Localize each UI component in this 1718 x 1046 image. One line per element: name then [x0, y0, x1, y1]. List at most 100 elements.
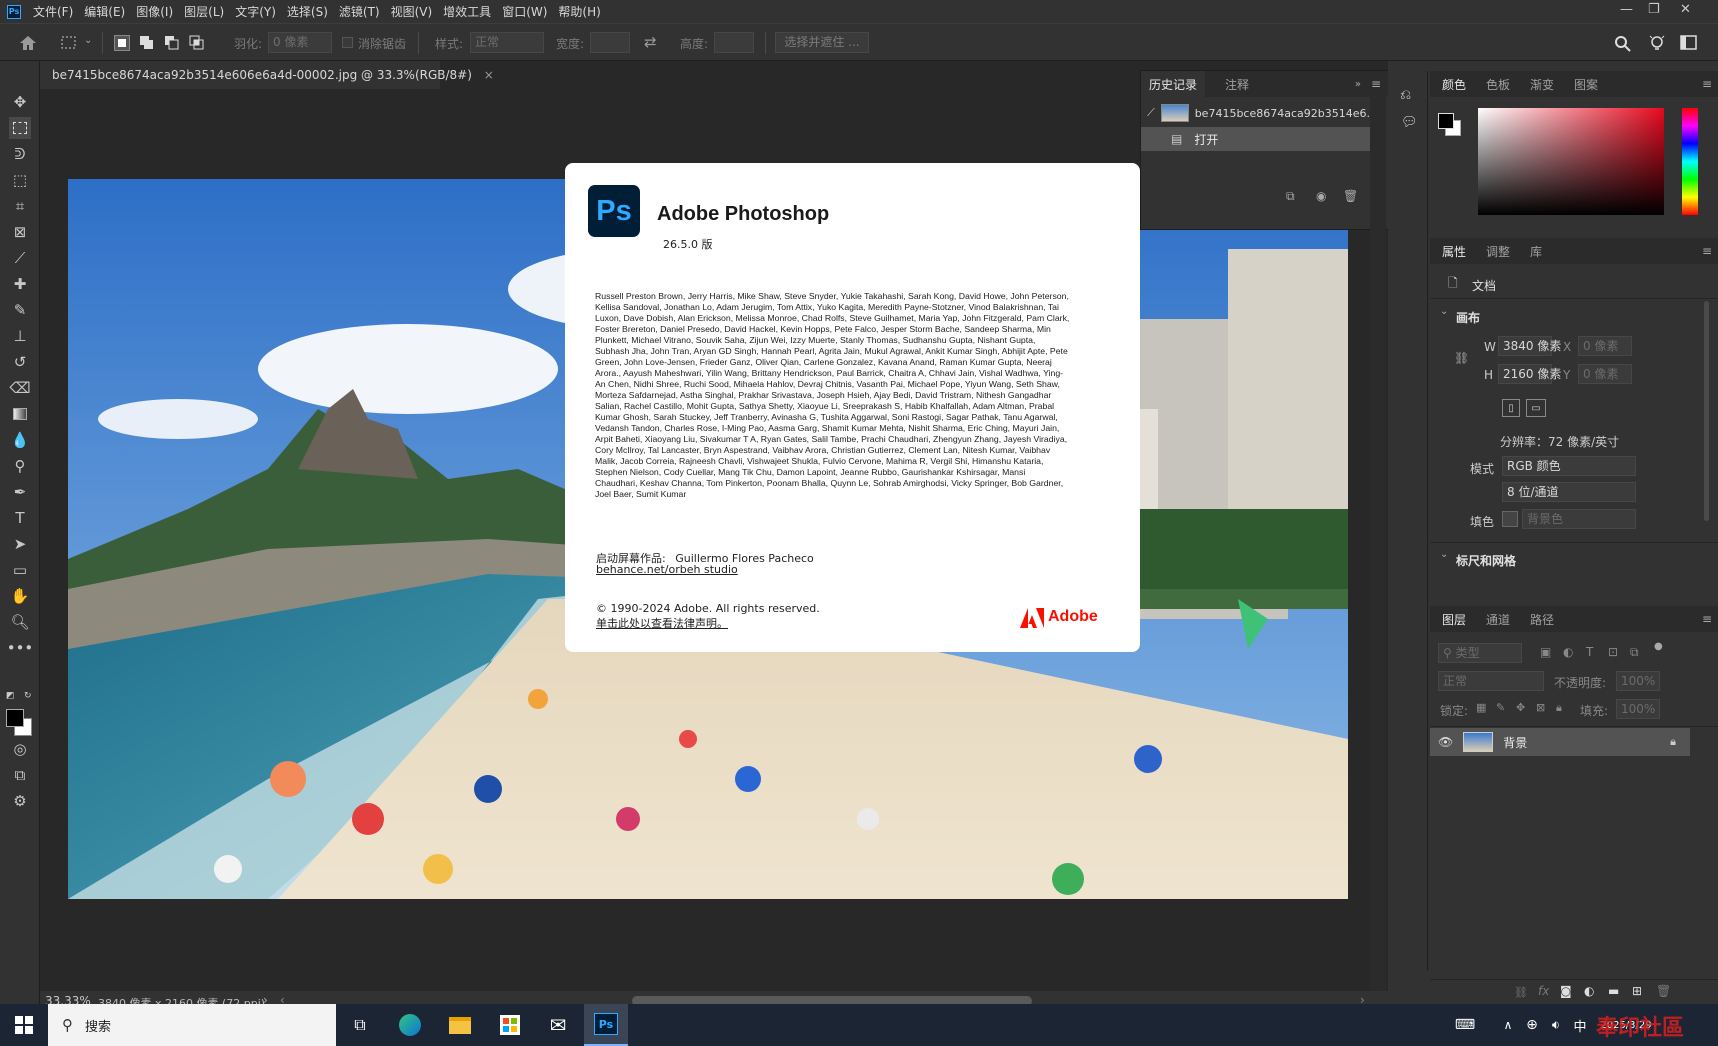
object-selection-tool-icon[interactable]: ⬚ [9, 169, 31, 191]
network-icon[interactable]: ⊕ [1522, 1004, 1542, 1046]
menu-edit[interactable]: 编辑(E) [84, 3, 125, 20]
restore-icon[interactable]: ❐ [1648, 2, 1660, 17]
menu-file[interactable]: 文件(F) [33, 3, 73, 20]
new-selection-icon[interactable] [114, 35, 130, 51]
swap-icon[interactable]: ⇄ [644, 33, 657, 51]
pixel-filter-icon[interactable]: ▣ [1540, 645, 1551, 659]
feather-input[interactable]: 0 像素 [268, 32, 332, 53]
landscape-orientation-icon[interactable]: ▭ [1526, 399, 1546, 417]
height-input[interactable] [714, 32, 754, 53]
close-tab-icon[interactable]: × [484, 68, 494, 82]
lock-all-icon[interactable]: 🔒︎ [1556, 701, 1562, 715]
lock-transparency-icon[interactable]: ▦ [1476, 701, 1486, 714]
gradient-tool-icon[interactable] [9, 403, 31, 425]
chevron-down-icon[interactable]: ⌄ [1440, 549, 1448, 560]
adjustment-filter-icon[interactable]: ◐ [1563, 645, 1573, 659]
tab-adjustments[interactable]: 调整 [1486, 243, 1510, 260]
tab-history[interactable]: 历史记录 [1141, 70, 1206, 98]
hue-slider[interactable] [1682, 108, 1698, 215]
camera-icon[interactable]: ◉ [1316, 189, 1326, 203]
chevron-up-icon[interactable]: ∧ [1500, 1004, 1516, 1046]
discover-icon[interactable] [1648, 34, 1666, 54]
portrait-orientation-icon[interactable]: ▯ [1502, 399, 1520, 417]
new-group-icon[interactable]: ▬ [1608, 984, 1619, 998]
opacity-input[interactable]: 100% [1616, 671, 1660, 691]
tab-swatches[interactable]: 色板 [1486, 76, 1510, 93]
eyedropper-tool-icon[interactable]: ⟋ [9, 247, 31, 269]
canvas-header[interactable]: 画布 [1456, 309, 1480, 326]
style-select[interactable]: 正常 [470, 32, 544, 53]
clone-stamp-tool-icon[interactable]: ⊥ [9, 325, 31, 347]
menu-window[interactable]: 窗口(W) [502, 3, 547, 20]
photoshop-taskbar-icon[interactable]: Ps [584, 1004, 628, 1046]
tab-color[interactable]: 颜色 [1442, 76, 1466, 93]
menu-select[interactable]: 选择(S) [287, 3, 328, 20]
crop-tool-icon[interactable]: ⌗ [9, 195, 31, 217]
canvas-width-input[interactable]: 3840 像素 [1498, 336, 1561, 356]
move-tool-icon[interactable]: ✥ [9, 91, 31, 113]
edit-toolbar-icon[interactable]: ⚙ [9, 790, 31, 812]
expand-panel-icon[interactable]: » [1355, 79, 1361, 90]
brush-tool-icon[interactable]: ✎ [9, 299, 31, 321]
canvas-x-input[interactable]: 0 像素 [1578, 336, 1632, 356]
properties-scrollbar[interactable] [1704, 301, 1709, 521]
tab-libraries[interactable]: 库 [1530, 243, 1542, 260]
workspace-icon[interactable] [1680, 35, 1698, 51]
file-explorer-icon[interactable] [442, 1004, 478, 1046]
canvas-y-input[interactable]: 0 像素 [1578, 364, 1632, 384]
foreground-color-swatch[interactable] [6, 709, 24, 727]
history-snapshot[interactable]: ⟋ be7415bce8674aca92b3514e6... [1141, 99, 1389, 127]
new-layer-icon[interactable]: ⊞ [1632, 984, 1642, 998]
panel-menu-icon[interactable]: ≡ [1702, 244, 1712, 258]
link-icon[interactable]: ⛓ [1454, 351, 1469, 365]
volume-icon[interactable]: 🔉︎ [1546, 1004, 1566, 1046]
hand-tool-icon[interactable]: ✋ [9, 585, 31, 607]
chevron-down-icon[interactable]: ⌄ [84, 35, 92, 46]
tab-properties[interactable]: 属性 [1442, 243, 1466, 260]
subtract-selection-icon[interactable] [164, 35, 180, 51]
width-input[interactable] [590, 32, 630, 53]
menu-view[interactable]: 视图(V) [391, 3, 433, 20]
history-brush-tool-icon[interactable]: ↺ [9, 351, 31, 373]
zoom-tool-icon[interactable]: 🔍︎ [9, 611, 31, 633]
layer-filter-select[interactable]: ⚲ 类型 [1438, 643, 1522, 663]
color-field[interactable] [1478, 108, 1664, 215]
lock-artboard-icon[interactable]: ⊠ [1536, 701, 1545, 714]
menu-help[interactable]: 帮助(H) [558, 3, 600, 20]
taskbar-search-box[interactable]: ⚲ 搜索 [48, 1004, 336, 1046]
close-window-icon[interactable]: ✕ [1680, 2, 1691, 17]
menu-filter[interactable]: 滤镜(T) [339, 3, 380, 20]
history-state[interactable]: ▤ 打开 [1141, 127, 1377, 151]
trash-icon[interactable]: 🗑 [1343, 189, 1358, 203]
marquee-preset-icon[interactable] [60, 34, 78, 52]
canvas-vertical-scrollbar[interactable] [1370, 89, 1386, 991]
legal-notice-link[interactable]: 单击此处以查看法律声明。 [596, 615, 728, 631]
type-filter-icon[interactable]: T [1586, 645, 1593, 659]
blur-tool-icon[interactable]: 💧 [9, 429, 31, 451]
fill-color-swatch[interactable] [1502, 511, 1518, 527]
shape-filter-icon[interactable]: ⊡ [1608, 645, 1618, 659]
mail-icon[interactable]: ✉ [540, 1004, 576, 1046]
menu-layer[interactable]: 图层(L) [184, 3, 224, 20]
type-tool-icon[interactable]: T [9, 507, 31, 529]
pen-tool-icon[interactable]: ✒ [9, 481, 31, 503]
tab-patterns[interactable]: 图案 [1574, 76, 1598, 93]
path-selection-tool-icon[interactable]: ➤ [9, 533, 31, 555]
add-selection-icon[interactable] [139, 35, 155, 51]
add-mask-icon[interactable]: ◙ [1560, 984, 1572, 998]
select-and-mask-button[interactable]: 选择并遮住 ... [775, 32, 869, 53]
new-document-from-state-icon[interactable]: ⧉ [1286, 189, 1295, 204]
photoshop-logo[interactable]: Ps [7, 4, 21, 19]
start-button[interactable] [0, 1004, 48, 1046]
chevron-down-icon[interactable]: ⌄ [1440, 306, 1448, 317]
comments-panel-icon[interactable]: 💬︎ [1401, 115, 1418, 130]
history-state-checkbox[interactable] [1149, 134, 1159, 144]
history-panel-icon[interactable]: ⎌ [1400, 87, 1411, 103]
tab-channels[interactable]: 通道 [1486, 611, 1510, 628]
home-icon[interactable] [18, 34, 38, 52]
fill-select[interactable]: 背景色 [1522, 509, 1636, 529]
panel-menu-icon[interactable]: ≡ [1702, 77, 1712, 91]
marquee-tool-icon[interactable] [9, 117, 31, 139]
panel-menu-icon[interactable]: ≡ [1702, 612, 1712, 626]
minimize-icon[interactable]: — [1620, 2, 1633, 17]
